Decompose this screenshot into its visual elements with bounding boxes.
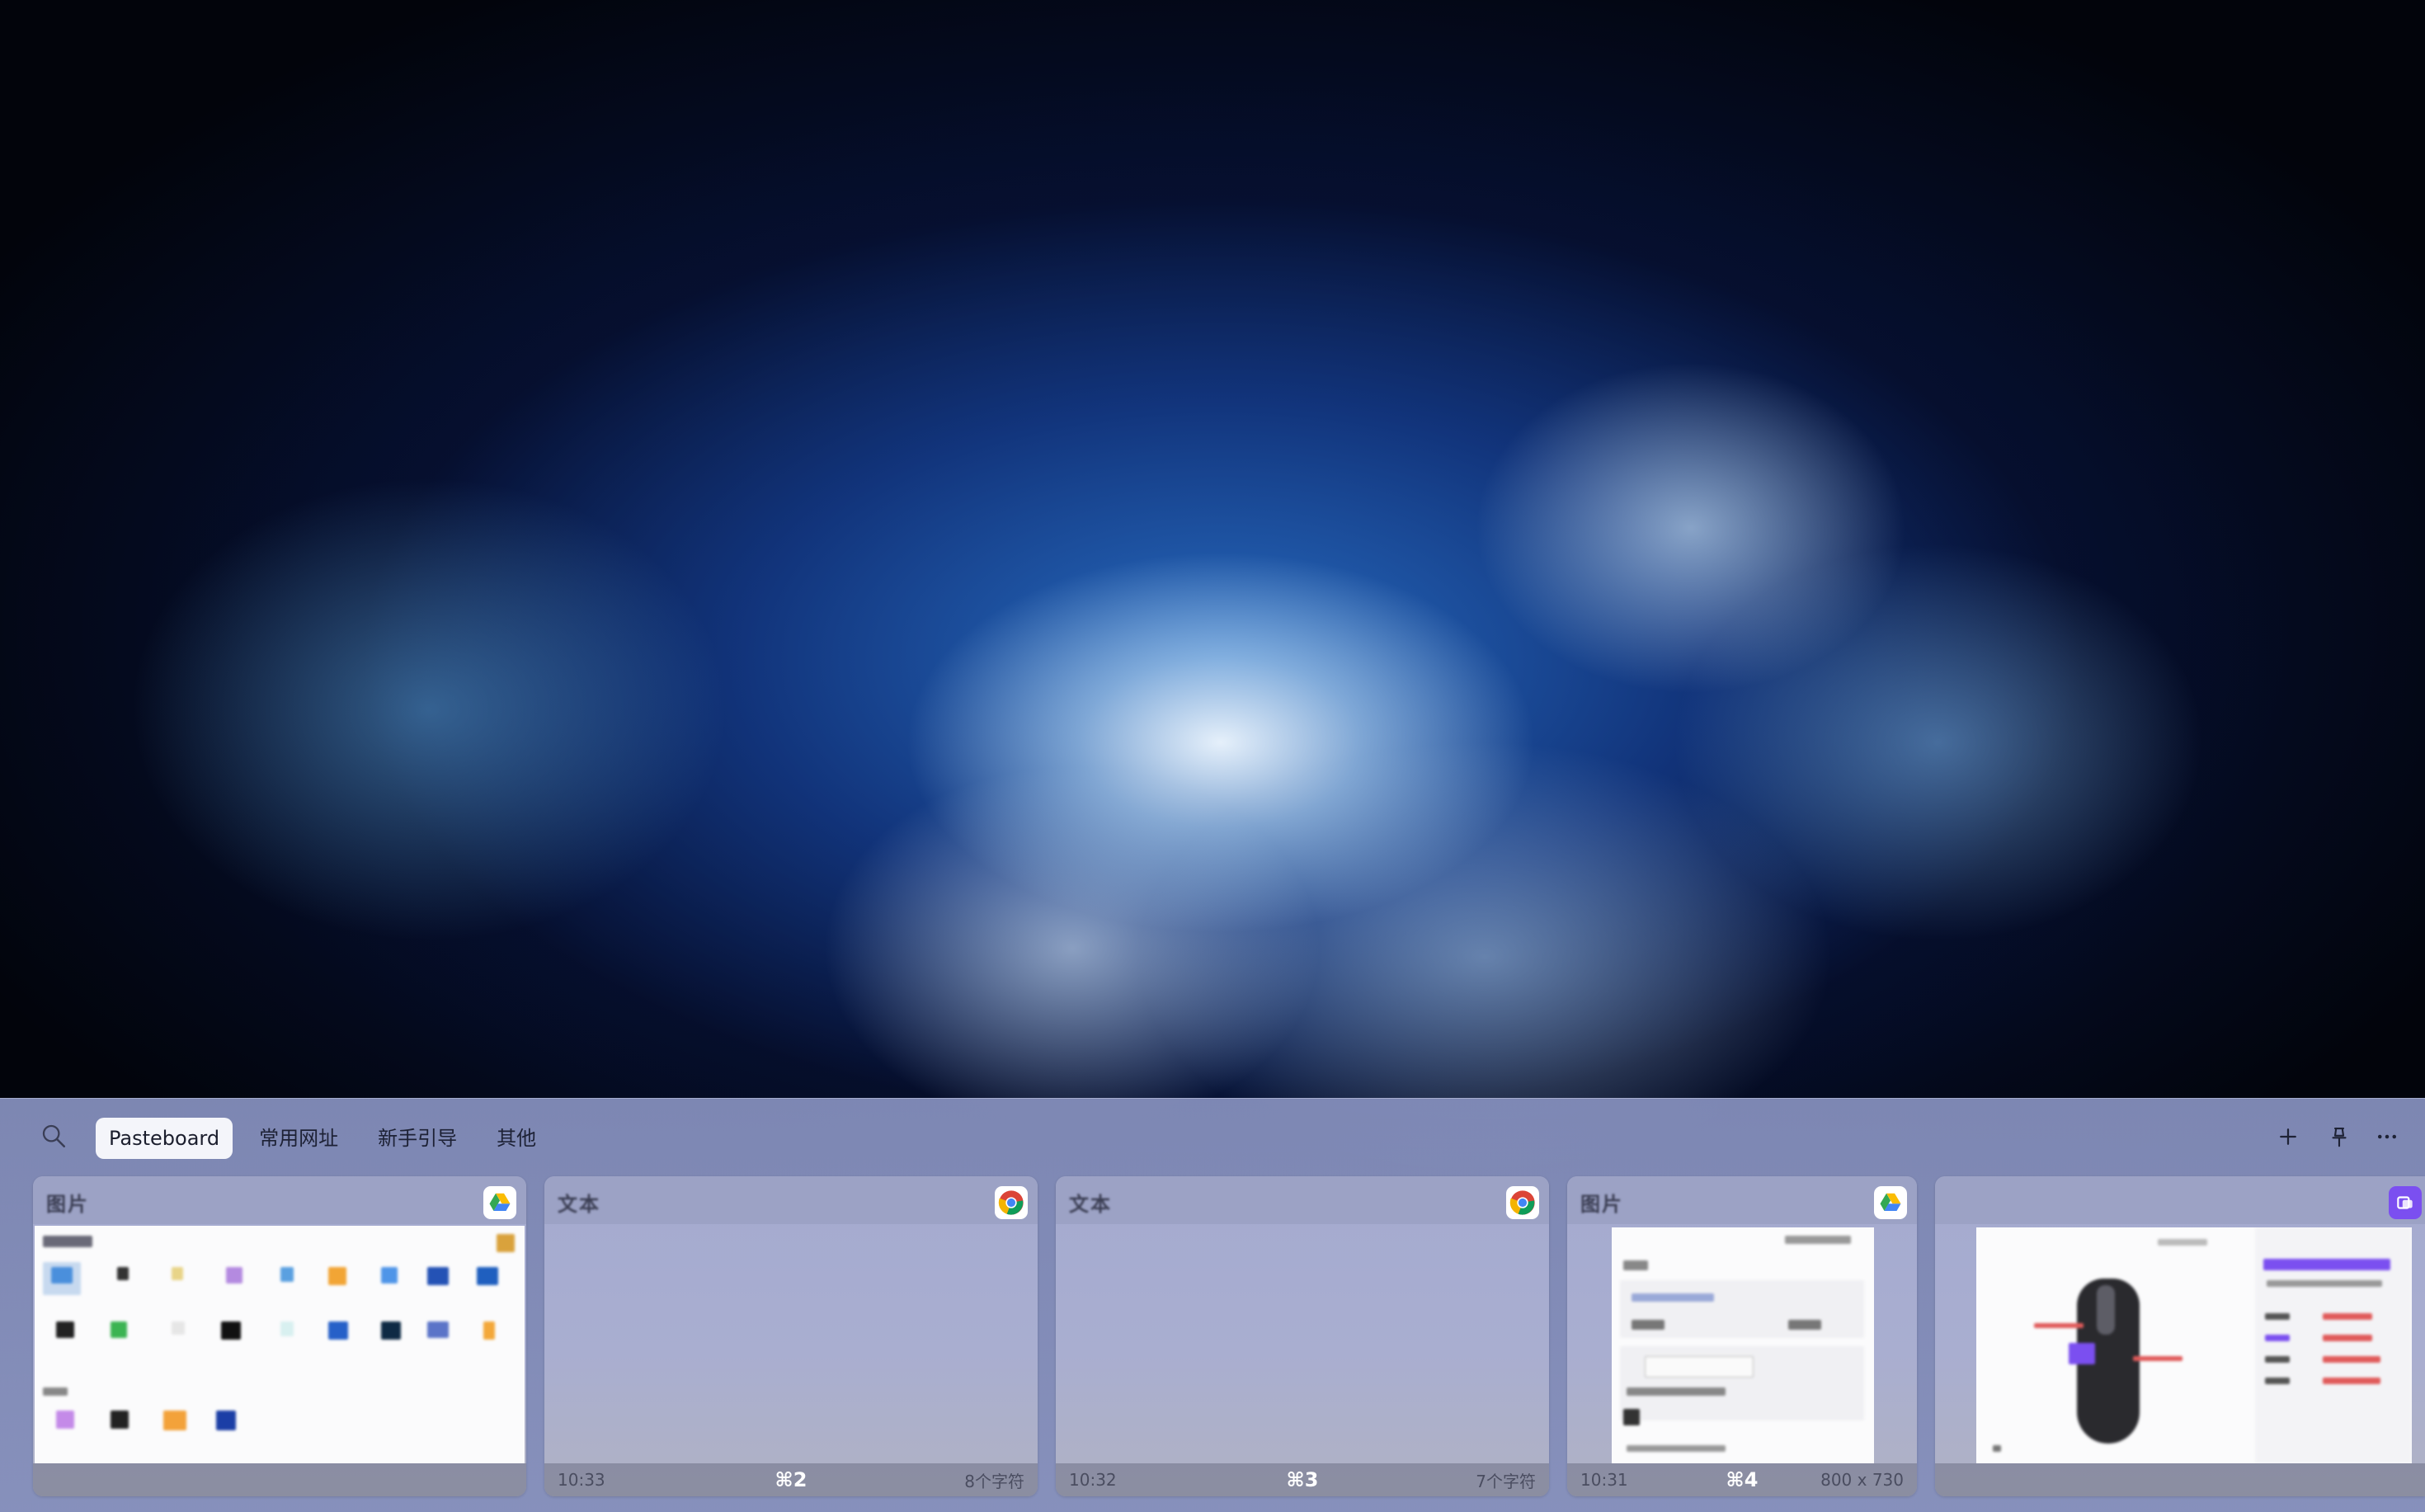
clip-card-2[interactable]: 文本 10:33 ⌘2 8个字符 <box>544 1176 1038 1496</box>
clip-type-label: 文本 <box>558 1193 600 1216</box>
clip-card-3[interactable]: 文本 10:32 ⌘3 7个字符 <box>1056 1176 1549 1496</box>
google-drive-icon <box>1874 1186 1907 1219</box>
clip-type-label: 文本 <box>1069 1193 1112 1216</box>
clip-image-preview <box>1976 1227 2412 1463</box>
clip-card-header: 图片 <box>33 1176 526 1224</box>
plus-icon <box>2280 1128 2296 1145</box>
clip-time: 10:33 <box>558 1470 605 1490</box>
clip-meta: 7个字符 <box>1476 1471 1536 1491</box>
search-icon[interactable] <box>40 1122 68 1150</box>
clip-shortcut: ⌘2 <box>775 1468 808 1491</box>
tab-other[interactable]: 其他 <box>483 1118 549 1159</box>
clip-card-header: 文本 <box>1056 1176 1549 1224</box>
clip-card-footer: 10:31 ⌘4 800 x 730 <box>1567 1463 1917 1496</box>
pasteboard-toolbar: Pasteboard 常用网址 新手引导 其他 <box>0 1099 2425 1175</box>
clip-card-5[interactable] <box>1935 1176 2425 1496</box>
clip-card-4[interactable]: 图片 10:31 ⌘4 800 x 730 <box>1567 1176 1917 1496</box>
tab-beginner-guide[interactable]: 新手引导 <box>365 1118 470 1159</box>
clip-shortcut: ⌘3 <box>1286 1468 1319 1491</box>
tab-common-urls[interactable]: 常用网址 <box>246 1118 351 1159</box>
clip-meta: 8个字符 <box>964 1471 1024 1491</box>
tab-pasteboard[interactable]: Pasteboard <box>96 1118 233 1159</box>
clip-card-footer: 10:33 ⌘2 8个字符 <box>544 1463 1038 1496</box>
clip-card-footer <box>33 1463 526 1496</box>
clip-meta: 800 x 730 <box>1820 1470 1904 1490</box>
clip-card-header <box>1935 1176 2425 1224</box>
clip-card-header: 图片 <box>1567 1176 1917 1224</box>
more-icon <box>2378 1134 2396 1139</box>
screenshot-app-icon <box>2389 1186 2422 1219</box>
clip-card-1[interactable]: 图片 <box>33 1176 526 1496</box>
chrome-icon <box>995 1186 1028 1219</box>
clip-image-preview <box>1612 1227 1874 1463</box>
clip-time: 10:32 <box>1069 1470 1117 1490</box>
tab-bar: Pasteboard 常用网址 新手引导 其他 <box>96 1118 549 1159</box>
pin-icon <box>2332 1127 2347 1147</box>
pin-button[interactable] <box>2321 1119 2357 1155</box>
more-button[interactable] <box>2369 1119 2405 1155</box>
chrome-icon <box>1506 1186 1539 1219</box>
clip-image-preview <box>35 1226 525 1463</box>
clip-shortcut: ⌘4 <box>1726 1468 1759 1491</box>
clip-card-header: 文本 <box>544 1176 1038 1224</box>
google-drive-icon <box>483 1186 516 1219</box>
clip-card-footer <box>1935 1463 2425 1496</box>
add-button[interactable] <box>2270 1119 2306 1155</box>
clip-time: 10:31 <box>1580 1470 1628 1490</box>
clip-type-label: 图片 <box>46 1193 89 1216</box>
clip-card-footer: 10:32 ⌘3 7个字符 <box>1056 1463 1549 1496</box>
clip-type-label: 图片 <box>1580 1193 1623 1216</box>
